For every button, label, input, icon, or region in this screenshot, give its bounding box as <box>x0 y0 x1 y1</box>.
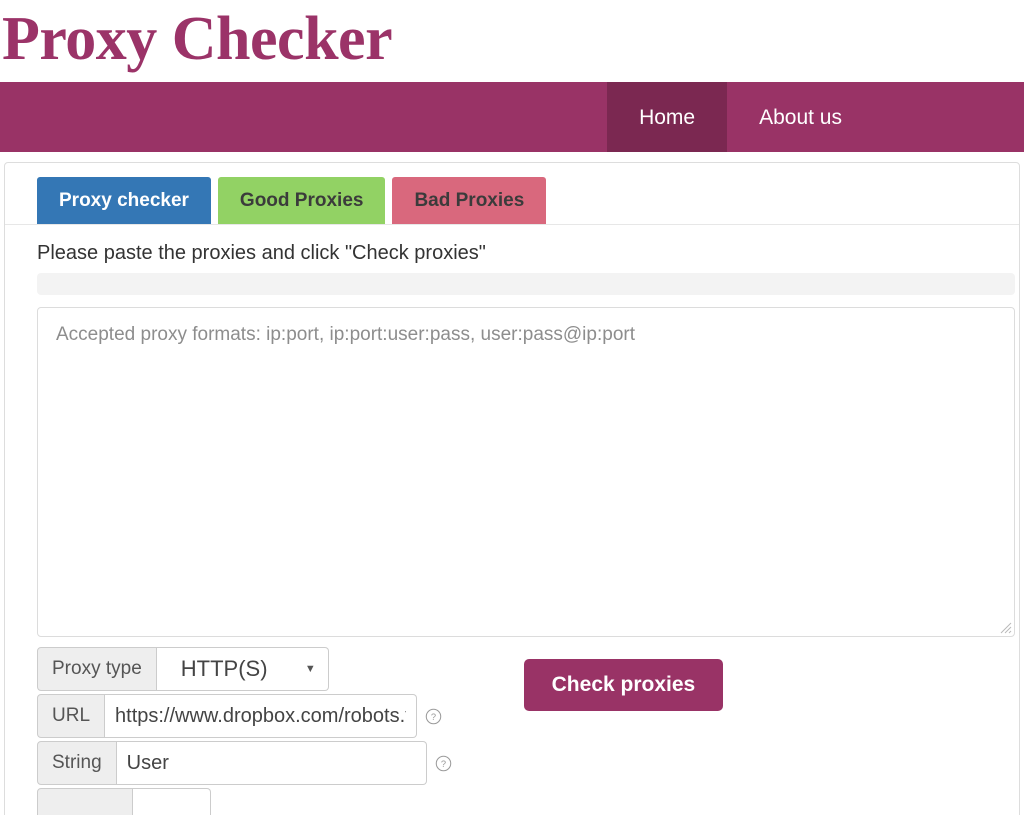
tab-proxy-checker[interactable]: Proxy checker <box>37 177 211 224</box>
string-label: String <box>37 741 117 785</box>
url-input[interactable] <box>105 694 418 738</box>
tab-good-proxies[interactable]: Good Proxies <box>217 177 386 224</box>
url-label: URL <box>37 694 106 738</box>
proxy-input-wrapper <box>37 307 1015 637</box>
chevron-down-icon: ▼ <box>304 662 316 675</box>
proxy-type-select[interactable]: HTTP(S) ▼ <box>156 647 329 691</box>
check-progress-bar <box>37 273 1015 295</box>
url-group: URL ? <box>37 694 452 738</box>
additional-option-label <box>37 788 133 815</box>
string-input[interactable] <box>116 741 427 785</box>
check-proxies-button[interactable]: Check proxies <box>523 659 724 711</box>
page-title: Proxy Checker <box>2 5 393 73</box>
svg-text:?: ? <box>441 759 446 769</box>
proxy-type-value: HTTP(S) <box>180 656 268 681</box>
help-icon-string[interactable]: ? <box>435 755 452 772</box>
instruction-text: Please paste the proxies and click "Chec… <box>37 242 486 264</box>
proxy-type-label: Proxy type <box>37 647 157 691</box>
tab-bad-proxies[interactable]: Bad Proxies <box>392 177 547 224</box>
nav-item-about-us[interactable]: About us <box>727 82 874 152</box>
options-form: Proxy type HTTP(S) ▼ URL ? <box>37 637 1019 815</box>
string-group: String ? <box>37 741 452 785</box>
proxy-type-group: Proxy type HTTP(S) ▼ <box>37 647 452 691</box>
tab-bar: Proxy checker Good Proxies Bad Proxies <box>5 163 1019 225</box>
main-navigation: Home About us <box>0 82 1024 152</box>
additional-option-group <box>37 788 452 815</box>
help-icon-url[interactable]: ? <box>425 708 442 725</box>
additional-option-input[interactable] <box>133 788 211 815</box>
panel-body: Please paste the proxies and click "Chec… <box>5 225 1019 815</box>
nav-item-home[interactable]: Home <box>607 82 728 152</box>
options-form-fields: Proxy type HTTP(S) ▼ URL ? <box>37 647 452 815</box>
svg-text:?: ? <box>431 712 436 722</box>
content-panel: Proxy checker Good Proxies Bad Proxies P… <box>4 162 1020 815</box>
proxy-list-textarea[interactable] <box>37 307 1015 637</box>
